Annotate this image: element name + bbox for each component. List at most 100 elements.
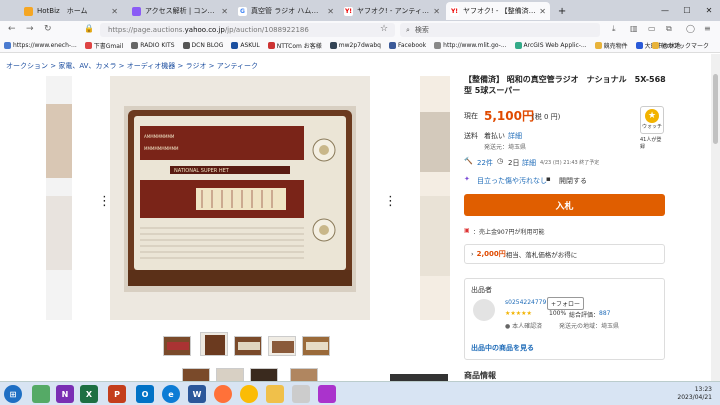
- tab-hotbiz[interactable]: HotBiz ホーム ✕: [20, 2, 122, 20]
- library-icon[interactable]: ▥: [630, 24, 638, 33]
- bookmark-item[interactable]: Facebook: [388, 42, 426, 49]
- thumbnail[interactable]: [216, 368, 244, 381]
- desktop-icon[interactable]: [32, 385, 50, 403]
- outlook-icon[interactable]: O: [136, 385, 154, 403]
- tab-yahoo-auction-active[interactable]: Y! ヤフオク! - 【整備済】 昭和の ✕: [446, 2, 550, 20]
- bookmark-item[interactable]: mw2p7dwabq: [329, 42, 381, 49]
- close-icon[interactable]: ✕: [327, 7, 334, 16]
- current-price-label: 現在: [464, 112, 478, 120]
- account-icon[interactable]: ◯: [686, 24, 695, 33]
- close-icon[interactable]: ✕: [221, 7, 228, 16]
- shipping-detail-link[interactable]: 詳細: [508, 131, 522, 141]
- tab-access-analysis[interactable]: アクセス解析 | コントロールパ ✕: [128, 2, 232, 20]
- maximize-icon[interactable]: ☐: [676, 0, 698, 21]
- gallery-next-image[interactable]: [420, 76, 450, 320]
- bookmark-item[interactable]: ASKUL: [231, 42, 260, 49]
- back-icon[interactable]: ←: [8, 24, 16, 34]
- word-icon[interactable]: W: [188, 385, 206, 403]
- thumbnail[interactable]: [268, 336, 296, 356]
- close-icon[interactable]: ✕: [433, 7, 440, 16]
- sidebar-icon[interactable]: ▭: [648, 24, 656, 33]
- browser-tab-bar: HotBiz ホーム ✕ アクセス解析 | コントロールパ ✕ G 真空管 ラジ…: [0, 0, 720, 21]
- powerpoint-icon[interactable]: P: [108, 385, 126, 403]
- rating-value-link[interactable]: 887: [599, 310, 610, 317]
- menu-icon[interactable]: ≡: [704, 24, 711, 33]
- thumbnail[interactable]: [302, 336, 330, 356]
- points-note: ：売上金907円が利用可能: [473, 229, 545, 236]
- bookmark-item[interactable]: ArcGIS Web Applic-...: [514, 42, 587, 49]
- radio-image: AMMMMMMMM MMMMMMMMMM NATIONAL SUPER HET: [110, 76, 370, 320]
- page-scrollbar[interactable]: [711, 54, 720, 381]
- scrollbar-thumb[interactable]: [713, 74, 718, 144]
- points-icon: ▣: [464, 227, 470, 234]
- onenote-icon[interactable]: N: [56, 385, 74, 403]
- bookmark-item[interactable]: 下書Gmail: [84, 41, 123, 50]
- avatar[interactable]: [473, 299, 495, 321]
- search-input[interactable]: ⌕ 検索: [400, 23, 600, 37]
- watch-button[interactable]: ★ ウォッチ: [640, 106, 664, 134]
- excel-icon[interactable]: X: [80, 385, 98, 403]
- seller-items-link[interactable]: 出品中の商品を見る: [471, 343, 534, 353]
- firefox-icon[interactable]: [214, 385, 232, 403]
- breadcrumb[interactable]: オークション > 家電、AV、カメラ > オーディオ機器 > ラジオ > アンテ…: [6, 61, 258, 71]
- thumbnail[interactable]: [163, 336, 191, 356]
- forward-icon[interactable]: →: [26, 24, 34, 34]
- seller-heading: 出品者: [471, 286, 492, 294]
- facebook-icon: [388, 42, 396, 49]
- bookmark-item[interactable]: RADIO KITS: [131, 42, 175, 49]
- bid-button[interactable]: 入札: [464, 194, 665, 216]
- radio-image-partial: [46, 76, 72, 320]
- shipping-label: 送料: [464, 132, 478, 140]
- ime-toolbar[interactable]: [390, 374, 448, 381]
- follow-button[interactable]: +フォロー: [547, 297, 585, 310]
- time-detail-link[interactable]: 詳細: [522, 158, 536, 168]
- bookmark-item[interactable]: NTTCom お客様: [267, 41, 322, 50]
- star-icon: ★: [645, 109, 659, 123]
- bookmark-star-icon[interactable]: ☆: [380, 24, 388, 34]
- folder-icon: [594, 42, 602, 49]
- tab-yahoo-antique[interactable]: Y! ヤフオク! - アンティーク(ラジ ✕: [340, 2, 444, 20]
- address-bar[interactable]: https://page.auctions. yahoo.co.jp/jp/auc…: [100, 23, 395, 37]
- file-explorer-icon[interactable]: [266, 385, 284, 403]
- new-tab-button[interactable]: +: [554, 2, 570, 20]
- coupon-box[interactable]: › 2,000円 相当、落札価格がお得に: [464, 244, 665, 264]
- condition-link[interactable]: 目立った傷や汚れなし: [477, 176, 547, 186]
- bookmark-item[interactable]: https://www.enech-...: [4, 42, 77, 49]
- discount-toggle[interactable]: 開閉する: [559, 176, 587, 186]
- bid-count-link[interactable]: 22件: [477, 158, 493, 168]
- bookmark-item[interactable]: http://www.mlit.go-...: [434, 42, 507, 49]
- minimize-icon[interactable]: —: [654, 0, 676, 21]
- close-icon[interactable]: ✕: [539, 7, 546, 16]
- thumbnail[interactable]: [250, 368, 278, 381]
- clock-icon: ◷: [497, 157, 504, 165]
- bookmark-icon: [329, 42, 337, 49]
- thumbnail[interactable]: [182, 368, 210, 381]
- thumbnail[interactable]: [234, 336, 262, 356]
- thumbnail[interactable]: [200, 332, 228, 356]
- seller-id-link[interactable]: s0254224779: [505, 299, 546, 306]
- bookmark-item[interactable]: 競売物件: [594, 41, 628, 50]
- start-icon[interactable]: ⊞: [4, 385, 22, 403]
- main-product-image[interactable]: AMMMMMMMM MMMMMMMMMM NATIONAL SUPER HET: [110, 76, 370, 320]
- yahoo-icon: Y!: [450, 6, 459, 16]
- download-icon[interactable]: ⤓: [612, 24, 616, 34]
- extensions-icon[interactable]: ⧉: [666, 24, 672, 34]
- gallery-prev-image[interactable]: [46, 76, 72, 320]
- thumbnail[interactable]: [290, 368, 318, 381]
- other-bookmarks[interactable]: 他のブックマーク: [652, 41, 709, 50]
- close-icon[interactable]: ✕: [111, 7, 118, 16]
- tab-google-search[interactable]: G 真空管 ラジオ ハム音：わすれ ✕: [234, 2, 338, 20]
- app-icon[interactable]: [318, 385, 336, 403]
- app-icon[interactable]: [292, 385, 310, 403]
- close-window-icon[interactable]: ✕: [698, 0, 720, 21]
- svg-text:NATIONAL SUPER HET: NATIONAL SUPER HET: [174, 168, 230, 174]
- chrome-icon[interactable]: [240, 385, 258, 403]
- gallery-next-arrow-icon[interactable]: ⋮: [384, 194, 397, 209]
- edge-icon[interactable]: e: [162, 385, 180, 403]
- reload-icon[interactable]: ↻: [44, 24, 52, 34]
- bookmark-item[interactable]: DCN BLOG: [182, 42, 223, 49]
- product-info-panel: 【整備済】 昭和の真空管ラジオ ナショナル 5X-568型 5球スーパー 現在 …: [464, 54, 666, 381]
- taskbar-clock[interactable]: 13:23 2023/04/21: [677, 386, 712, 402]
- folder-icon: [652, 42, 659, 49]
- globe-icon: [434, 42, 442, 49]
